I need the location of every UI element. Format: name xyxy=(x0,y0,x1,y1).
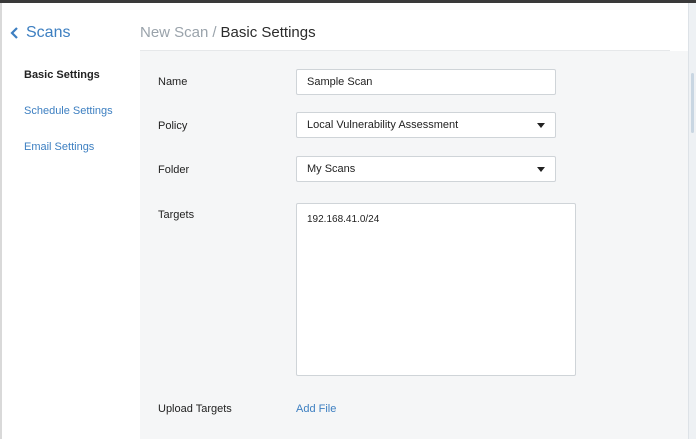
upload-targets-label: Upload Targets xyxy=(158,403,232,415)
caret-down-icon xyxy=(537,122,545,128)
back-link-label: Scans xyxy=(26,24,71,41)
settings-sidebar-nav: Basic Settings Schedule Settings Email S… xyxy=(24,66,134,174)
folder-label: Folder xyxy=(158,164,190,176)
vertical-scrollbar[interactable] xyxy=(688,3,696,439)
breadcrumb-parent: New Scan xyxy=(140,24,209,41)
back-to-scans-link[interactable]: Scans xyxy=(10,24,70,42)
breadcrumb: New Scan / Basic Settings xyxy=(140,24,316,41)
sidebar-item-basic-settings[interactable]: Basic Settings xyxy=(24,66,134,84)
sidebar-item-email-settings[interactable]: Email Settings xyxy=(24,138,134,156)
folder-select[interactable]: My Scans xyxy=(296,156,556,182)
scrollbar-thumb[interactable] xyxy=(691,73,694,133)
name-input[interactable]: Sample Scan xyxy=(296,69,556,95)
name-label: Name xyxy=(158,76,188,88)
breadcrumb-separator: / xyxy=(212,24,217,41)
targets-label: Targets xyxy=(158,209,195,221)
chevron-left-icon xyxy=(10,27,18,39)
folder-select-value: My Scans xyxy=(307,163,356,175)
policy-label: Policy xyxy=(158,120,188,132)
window-top-border xyxy=(0,0,696,3)
name-input-value: Sample Scan xyxy=(307,76,373,88)
page-title: Basic Settings xyxy=(220,24,316,41)
targets-textarea-value: 192.168.41.0/24 xyxy=(307,214,380,225)
targets-textarea[interactable]: 192.168.41.0/24 xyxy=(296,203,576,376)
policy-select[interactable]: Local Vulnerability Assessment xyxy=(296,112,556,138)
add-file-link[interactable]: Add File xyxy=(296,403,336,415)
caret-down-icon xyxy=(537,166,545,172)
window-left-border xyxy=(0,3,2,439)
sidebar-item-schedule-settings[interactable]: Schedule Settings xyxy=(24,102,134,120)
policy-select-value: Local Vulnerability Assessment xyxy=(307,119,459,131)
